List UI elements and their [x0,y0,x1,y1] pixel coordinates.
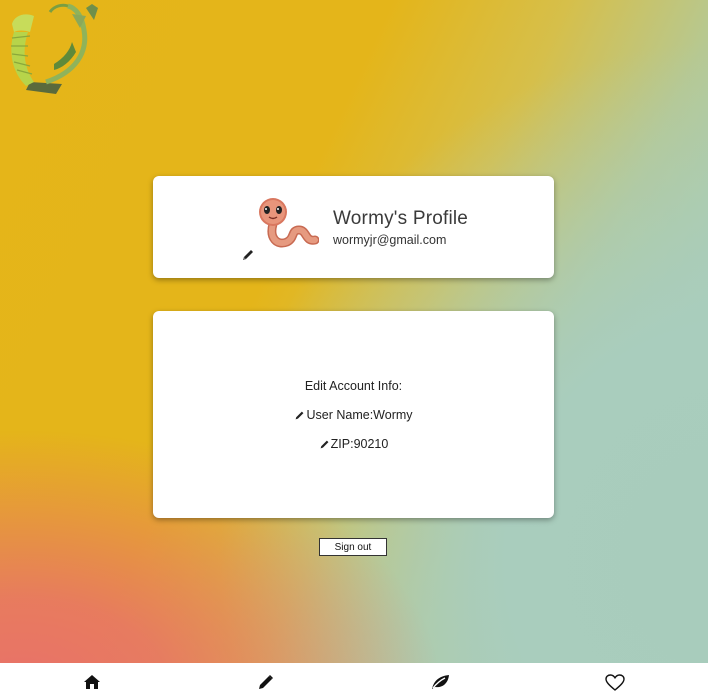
pencil-icon[interactable] [319,439,330,450]
profile-email: wormyjr@gmail.com [333,233,447,247]
pencil-icon [259,675,273,689]
username-label: User Name:Wormy [306,408,413,422]
home-icon [84,675,100,689]
nav-edit-button[interactable] [256,673,276,691]
sign-out-button[interactable]: Sign out [319,538,387,556]
pencil-icon[interactable] [294,410,305,421]
zip-label: ZIP:90210 [330,437,389,451]
edit-account-title: Edit Account Info: [304,379,403,393]
edit-avatar-icon[interactable] [241,248,255,262]
edit-zip-row[interactable]: ZIP:90210 [153,437,554,451]
nav-home-button[interactable] [82,673,102,691]
leaf-icon [432,675,449,689]
app-logo[interactable] [6,2,102,96]
edit-account-card: Edit Account Info: User Name:Wormy ZIP:9… [153,311,554,518]
profile-name: Wormy's Profile [333,208,469,229]
worm-avatar [259,198,319,248]
heart-icon [605,673,625,691]
profile-card: Wormy's Profile wormyjr@gmail.com [153,176,554,278]
nav-favorites-button[interactable] [605,673,625,691]
edit-username-row[interactable]: User Name:Wormy [153,408,554,422]
bottom-nav [0,663,708,699]
nav-leaf-button[interactable] [430,673,450,691]
